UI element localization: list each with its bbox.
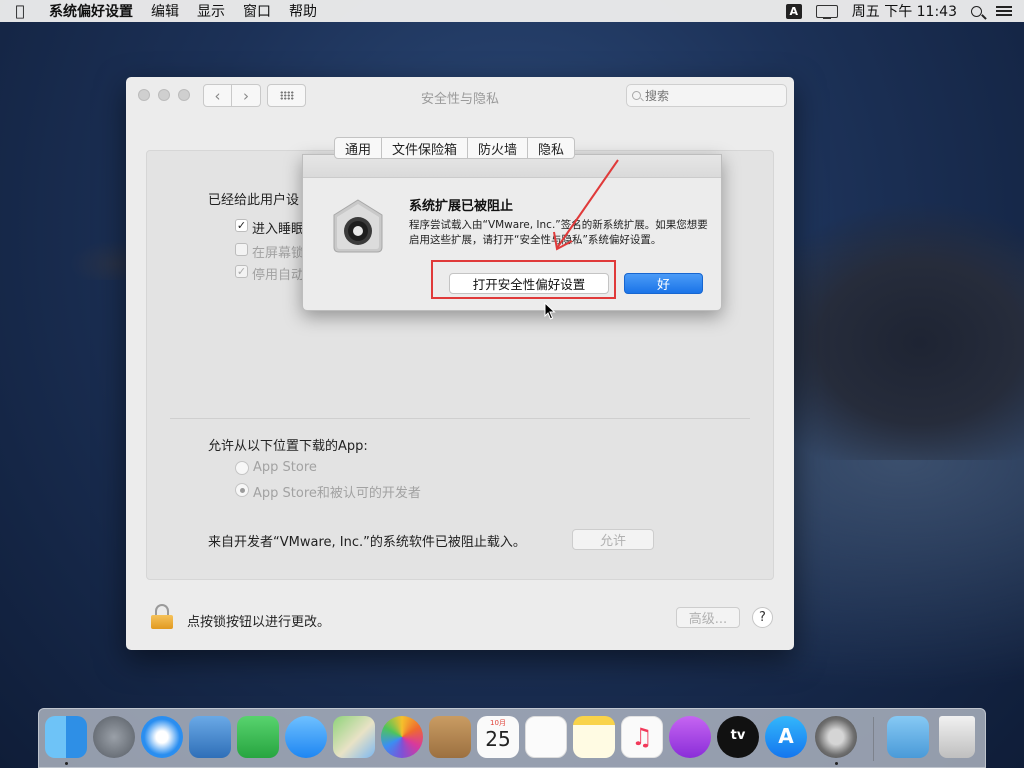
music-icon[interactable]: ♫ xyxy=(621,716,663,758)
podcasts-icon[interactable] xyxy=(669,716,711,758)
tab-filevault[interactable]: 文件保险箱 xyxy=(382,137,469,159)
safari-icon[interactable] xyxy=(141,716,183,758)
sleep-label: 进入睡眠 xyxy=(252,222,305,237)
tab-bar: 通用 文件保险箱 防火墙 隐私 xyxy=(334,137,576,159)
photos-icon[interactable] xyxy=(381,716,423,758)
tab-general[interactable]: 通用 xyxy=(334,137,383,159)
radio-identified-developers-label: App Store和被认可的开发者 xyxy=(253,486,421,501)
calendar-icon[interactable]: 10月 25 xyxy=(477,716,519,758)
tab-privacy[interactable]: 隐私 xyxy=(528,137,576,159)
tv-label: tv xyxy=(730,728,746,743)
reminders-icon[interactable] xyxy=(525,716,567,758)
blocked-software-text: 来自开发者“VMware, Inc.”的系统软件已被阻止载入。 xyxy=(208,535,526,550)
menu-clock[interactable]: 周五 下午 11:43 xyxy=(852,1,957,21)
dock: 10月 25 ♫ tv A xyxy=(38,708,986,768)
screensaver-checkbox[interactable] xyxy=(235,243,248,256)
trash-icon[interactable] xyxy=(939,716,975,758)
notification-center-icon[interactable] xyxy=(996,5,1012,17)
search-icon xyxy=(632,91,641,100)
lock-icon[interactable] xyxy=(151,604,173,629)
lock-hint-text: 点按锁按钮以进行更改。 xyxy=(187,615,331,630)
password-heading: 已经给此用户设 xyxy=(208,193,300,208)
search-field[interactable] xyxy=(626,84,787,107)
app-store-icon[interactable]: A xyxy=(765,716,807,758)
dialog-message: 程序尝试载入由“VMware, Inc.”签名的新系统扩展。如果您想要启用这些扩… xyxy=(409,219,708,246)
security-lock-icon xyxy=(333,199,383,253)
tab-firewall[interactable]: 防火墙 xyxy=(468,137,529,159)
facetime-icon[interactable] xyxy=(237,716,279,758)
system-extension-blocked-dialog: 系统扩展已被阻止 程序尝试载入由“VMware, Inc.”签名的新系统扩展。如… xyxy=(302,154,722,311)
dock-separator xyxy=(873,717,874,761)
airplay-display-icon[interactable] xyxy=(815,4,838,19)
mouse-cursor xyxy=(544,302,556,320)
menu-bar:  系统偏好设置 编辑 显示 窗口 帮助 A 周五 下午 11:43 xyxy=(0,0,1024,22)
auto-login-label: 停用自动 xyxy=(252,268,305,283)
search-input[interactable] xyxy=(645,88,775,103)
contacts-icon[interactable] xyxy=(429,716,471,758)
advanced-button[interactable]: 高级... xyxy=(676,607,740,628)
ok-button[interactable]: 好 xyxy=(624,273,703,294)
downloads-folder-icon[interactable] xyxy=(887,716,929,758)
allow-button[interactable]: 允许 xyxy=(572,529,654,550)
auto-login-checkbox[interactable]: ✓ xyxy=(235,265,248,278)
menu-window[interactable]: 窗口 xyxy=(234,1,280,21)
dialog-title: 系统扩展已被阻止 xyxy=(409,199,514,214)
help-button[interactable]: ? xyxy=(752,607,773,628)
download-heading: 允许从以下位置下载的App: xyxy=(208,439,368,454)
radio-app-store[interactable] xyxy=(235,461,249,475)
menu-app-name[interactable]: 系统偏好设置 xyxy=(40,1,142,21)
menu-view[interactable]: 显示 xyxy=(188,1,234,21)
input-source-icon[interactable]: A xyxy=(785,3,802,19)
mail-icon[interactable] xyxy=(189,716,231,758)
system-preferences-running-dot xyxy=(835,762,838,765)
menu-help[interactable]: 帮助 xyxy=(280,1,326,21)
radio-identified-developers[interactable] xyxy=(235,483,249,497)
launchpad-icon[interactable] xyxy=(93,716,135,758)
finder-icon[interactable] xyxy=(45,716,87,758)
spotlight-search-icon[interactable] xyxy=(971,5,982,17)
tv-icon[interactable]: tv xyxy=(717,716,759,758)
calendar-day: 25 xyxy=(485,727,511,751)
section-divider xyxy=(170,418,750,419)
radio-app-store-label: App Store xyxy=(253,460,317,475)
maps-icon[interactable] xyxy=(333,716,375,758)
messages-icon[interactable] xyxy=(285,716,327,758)
apple-menu-icon[interactable]:  xyxy=(0,2,40,20)
finder-running-dot xyxy=(65,762,68,765)
system-preferences-icon[interactable] xyxy=(815,716,857,758)
window-titlebar: ‹ › 安全性与隐私 xyxy=(126,77,794,115)
menu-edit[interactable]: 编辑 xyxy=(142,1,188,21)
notes-icon[interactable] xyxy=(573,716,615,758)
screensaver-label: 在屏幕锁 xyxy=(252,246,305,261)
sleep-checkbox[interactable]: ✓ xyxy=(235,219,248,232)
open-security-preferences-button[interactable]: 打开安全性偏好设置 xyxy=(449,273,609,294)
